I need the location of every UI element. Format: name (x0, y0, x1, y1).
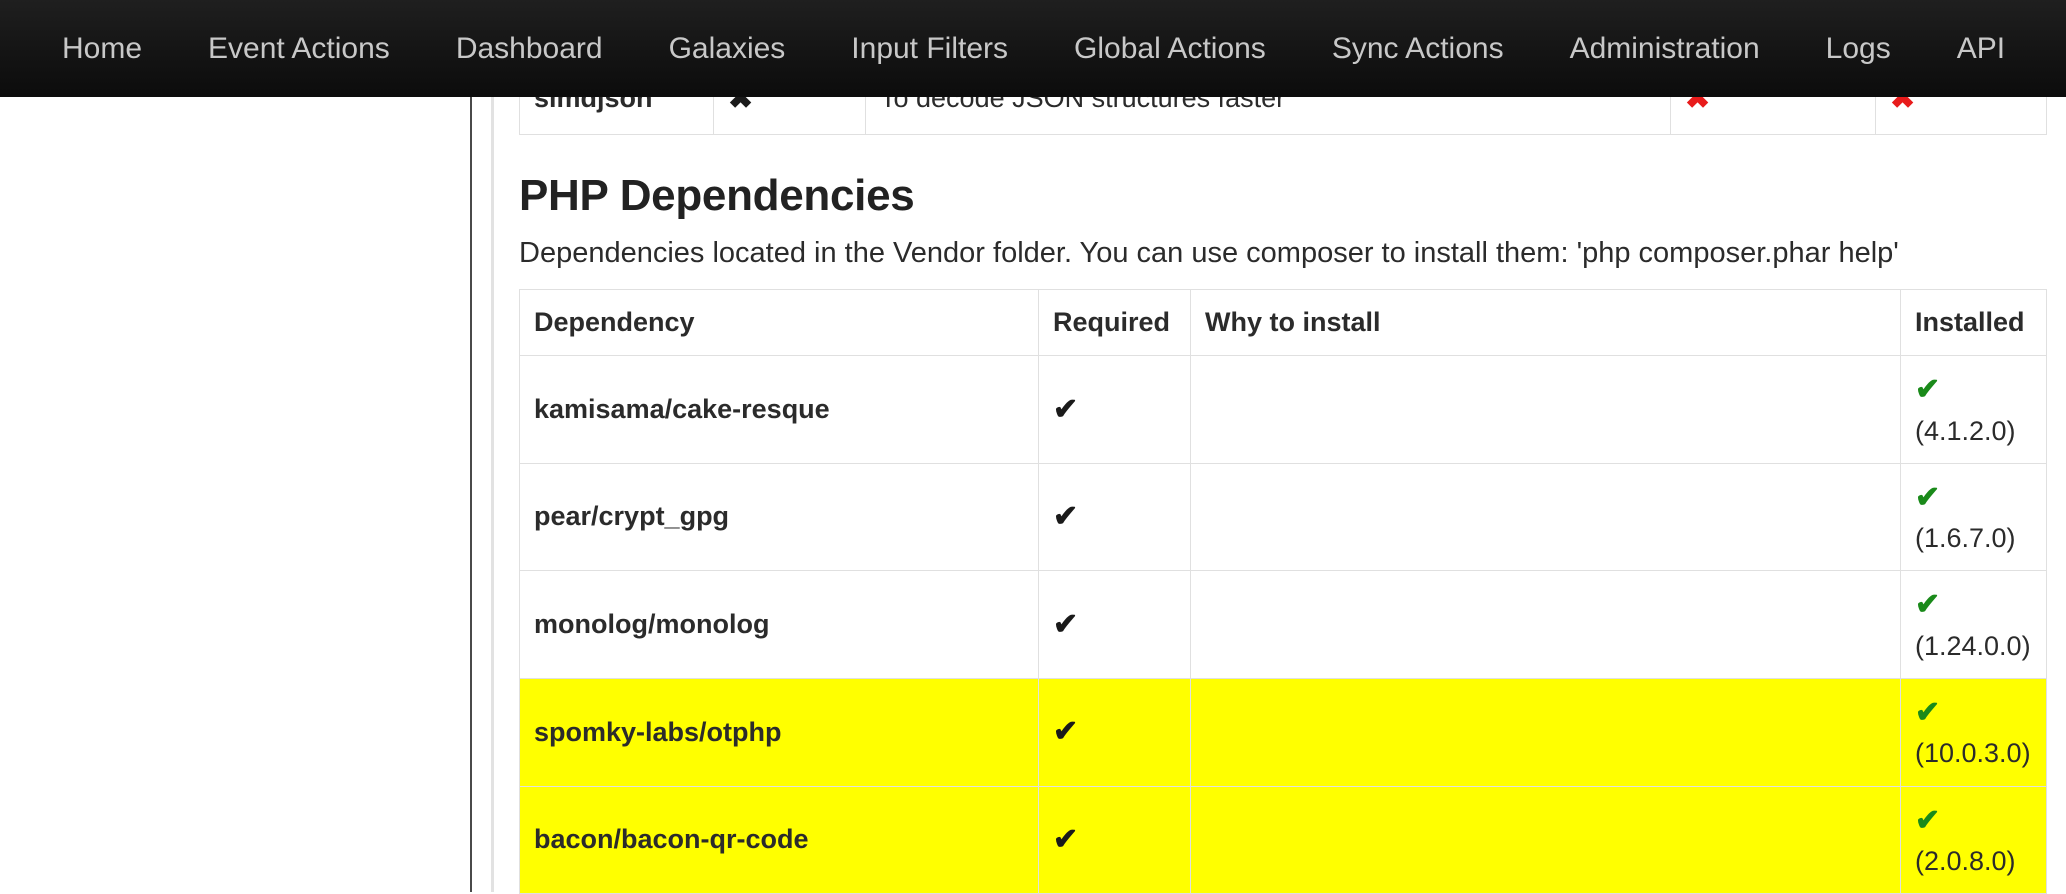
left-gutter-divider (470, 97, 472, 892)
dependency-required-cell: ✔ (1038, 677, 1190, 786)
check-icon: ✔ (1915, 588, 1941, 622)
top-navigation-bar: Home Event Actions Dashboard Galaxies Input … (0, 0, 2066, 97)
check-icon: ✔ (1915, 480, 1941, 514)
nav-item-api[interactable]: API (1957, 33, 2005, 64)
column-header-why-to-install: Why to install (1190, 289, 1900, 355)
installed-version-label: (2.0.8.0) (1915, 846, 2016, 877)
check-icon: ✔ (1915, 373, 1941, 406)
nav-item-galaxies[interactable]: Galaxies (669, 33, 786, 64)
page-body: simdjson ✖ To decode JSON structures faste… (0, 63, 2066, 894)
check-icon: ✔ (1053, 392, 1079, 426)
dependency-name-cell: spomky-labs/otphp (519, 677, 1038, 786)
dependency-required-cell: ✔ (1038, 355, 1190, 463)
nav-item-sync-actions[interactable]: Sync Actions (1332, 33, 1504, 64)
column-header-dependency: Dependency (519, 289, 1038, 355)
table-row: kamisama/cake-resque ✔ ✔ (4.1.2.0) (519, 355, 2047, 463)
dependency-required-cell: ✔ (1038, 570, 1190, 678)
nav-item-dashboard[interactable]: Dashboard (456, 33, 603, 64)
check-icon: ✔ (1053, 823, 1079, 857)
table-row: monolog/monolog ✔ ✔ (1.24.0.0) (519, 570, 2047, 678)
installed-version-label: (1.6.7.0) (1915, 523, 2016, 554)
check-icon: ✔ (1915, 803, 1941, 837)
table-header-row: Dependency Required Why to install Installe… (519, 289, 2047, 355)
nav-item-logs[interactable]: Logs (1826, 33, 1891, 64)
check-icon: ✔ (1053, 607, 1079, 641)
column-header-required: Required (1038, 289, 1190, 355)
dependency-installed-cell: ✔ (4.1.2.0) (1900, 355, 2047, 463)
installed-version-label: (10.0.3.0) (1915, 738, 2031, 769)
dependency-installed-cell: ✔ (1.6.7.0) (1900, 462, 2047, 571)
dependency-why-cell (1190, 677, 1900, 786)
nav-item-global-actions[interactable]: Global Actions (1074, 33, 1266, 64)
check-icon: ✔ (1053, 500, 1079, 534)
dependency-installed-cell: ✔ (10.0.3.0) (1900, 677, 2047, 786)
check-icon: ✔ (1053, 715, 1079, 749)
page-title: PHP Dependencies (519, 171, 915, 220)
column-header-installed: Installed (1900, 289, 2047, 355)
dependency-why-cell (1190, 785, 1900, 894)
dependency-installed-cell: ✔ (2.0.8.0) (1900, 785, 2047, 894)
dependency-name-cell: kamisama/cake-resque (519, 355, 1038, 463)
dependency-why-cell (1190, 355, 1900, 463)
table-row: pear/crypt_gpg ✔ ✔ (1.6.7.0) (519, 462, 2047, 571)
nav-item-event-actions[interactable]: Event Actions (208, 33, 390, 64)
php-dependencies-table: Dependency Required Why to install Installe… (519, 289, 2047, 894)
dependency-required-cell: ✔ (1038, 785, 1190, 894)
dependency-name-cell: monolog/monolog (519, 570, 1038, 678)
dependency-why-cell (1190, 570, 1900, 678)
dependency-name-cell: bacon/bacon-qr-code (519, 785, 1038, 894)
dependency-required-cell: ✔ (1038, 462, 1190, 571)
dependency-name-cell: pear/crypt_gpg (519, 462, 1038, 571)
table-row: spomky-labs/otphp ✔ ✔ (10.0.3.0) (519, 677, 2047, 786)
installed-version-label: (1.24.0.0) (1915, 630, 2031, 661)
nav-item-input-filters[interactable]: Input Filters (851, 33, 1008, 64)
dependency-installed-cell: ✔ (1.24.0.0) (1900, 570, 2047, 678)
main-content: simdjson ✖ To decode JSON structures faste… (494, 63, 2066, 894)
nav-item-home[interactable]: Home (62, 33, 142, 64)
check-icon: ✔ (1915, 695, 1941, 729)
table-row: bacon/bacon-qr-code ✔ ✔ (2.0.8.0) (519, 785, 2047, 894)
dependency-why-cell (1190, 462, 1900, 571)
nav-item-administration[interactable]: Administration (1570, 33, 1760, 64)
section-description: Dependencies located in the Vendor folde… (519, 237, 1899, 269)
php-dependencies-table-wrap: Dependency Required Why to install Installe… (494, 289, 2066, 894)
installed-version-label: (4.1.2.0) (1915, 415, 2016, 446)
